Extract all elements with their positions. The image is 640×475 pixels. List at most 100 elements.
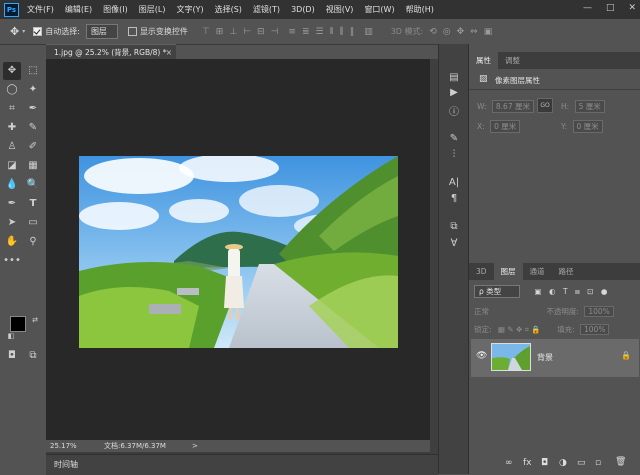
marquee-tool-icon[interactable]: ⬚ [24,62,42,80]
distribute-left-icon[interactable]: ⦀ [330,27,334,37]
layer-style-icon[interactable]: fx [523,458,532,468]
history-panel-icon[interactable]: ▤ [447,71,461,85]
zoom-tool-icon[interactable]: ⚲ [24,233,42,251]
3d-roll-icon[interactable]: ◎ [443,27,451,37]
brush-settings-panel-icon[interactable]: ✎ [447,132,461,146]
maximize-button[interactable]: □ [606,3,615,13]
tab-paths[interactable]: 路径 [552,263,581,280]
auto-align-icon[interactable]: ▥ [364,27,373,37]
menu-window[interactable]: 窗口(W) [364,4,394,15]
move-tool-preset-icon[interactable]: ✥ [10,25,19,38]
3d-scale-icon[interactable]: ▣ [484,27,493,37]
auto-select-checkbox[interactable] [33,27,43,36]
healing-brush-tool-icon[interactable]: ✚ [3,119,21,137]
width-input[interactable]: 8.67 厘米 [491,100,534,113]
quick-mask-icon[interactable]: ◘ [3,347,21,365]
magic-wand-tool-icon[interactable]: ✦ [24,81,42,99]
gradient-tool-icon[interactable]: ▦ [24,157,42,175]
swap-colors-icon[interactable]: ⇄ [26,311,44,329]
distribute-vcenter-icon[interactable]: ≣ [302,27,310,37]
dodge-tool-icon[interactable]: 🔍 [24,176,42,194]
filter-shape-icon[interactable]: ⧈ [575,287,580,296]
menu-select[interactable]: 选择(S) [215,4,242,15]
eyedropper-tool-icon[interactable]: ✒ [24,100,42,118]
align-hcenter-icon[interactable]: ⊟ [257,27,265,37]
timeline-panel-tab[interactable]: 时间轴 [46,454,438,475]
distribute-hcenter-icon[interactable]: ⫼ [340,27,344,37]
tab-3d[interactable]: 3D [469,263,494,280]
tab-adjustments[interactable]: 调整 [498,52,527,69]
lasso-tool-icon[interactable]: ◯ [3,81,21,99]
3d-slide-icon[interactable]: ⇔ [470,27,478,37]
filter-smart-icon[interactable]: ⊡ [587,287,593,296]
eraser-tool-icon[interactable]: ◪ [3,157,21,175]
lock-icons[interactable]: ▦ ✎ ✥ ⌗ 🔒 [498,325,541,334]
paragraph-panel-icon[interactable]: ¶ [447,192,461,206]
tab-layers[interactable]: 图层 [493,263,523,280]
type-tool-icon[interactable]: T [24,195,42,213]
new-adjustment-layer-icon[interactable]: ◑ [559,458,567,468]
rectangle-tool-icon[interactable]: ▭ [24,214,42,232]
filter-pixel-icon[interactable]: ▣ [535,287,542,296]
filter-toggle-icon[interactable]: ● [601,287,608,296]
status-menu-arrow-icon[interactable]: > [192,440,198,452]
add-mask-icon[interactable]: ◘ [541,458,548,468]
screen-mode-icon[interactable]: ⧉ [24,347,42,365]
layer-row[interactable]: 👁 背景 🔒 [471,339,639,377]
height-input[interactable]: 5 厘米 [574,100,605,113]
align-top-icon[interactable]: ⊤ [202,27,210,37]
link-dimensions-icon[interactable]: GO [537,98,553,113]
blur-tool-icon[interactable]: 💧 [3,176,21,194]
distribute-bottom-icon[interactable]: ☰ [316,27,324,37]
filter-type-icon[interactable]: T [563,287,568,296]
brush-tool-icon[interactable]: ✎ [24,119,42,137]
auto-select-dropdown[interactable]: 图层 [85,24,118,39]
crop-tool-icon[interactable]: ⌗ [3,100,21,118]
default-colors-icon[interactable]: ◧ [2,327,20,345]
menu-3d[interactable]: 3D(D) [291,5,315,14]
zoom-level[interactable]: 25.17% [50,440,77,452]
y-input[interactable]: 0 厘米 [572,120,603,133]
menu-filter[interactable]: 滤镜(T) [253,4,280,15]
blend-mode-dropdown[interactable]: 正常 [474,306,544,317]
menu-edit[interactable]: 编辑(E) [65,4,92,15]
pen-tool-icon[interactable]: ✒ [3,195,21,213]
x-input[interactable]: 0 厘米 [490,120,521,133]
fill-input[interactable]: 100% [580,324,610,335]
vertical-scrollbar[interactable] [430,59,438,454]
info-panel-icon[interactable]: ⓘ [447,106,461,120]
visibility-eye-icon[interactable]: 👁 [476,351,487,361]
new-layer-icon[interactable]: ▫ [595,458,601,468]
adjustments-icon[interactable]: ⫶ [447,148,461,162]
edit-toolbar-icon[interactable]: ••• [3,252,21,270]
delete-layer-icon[interactable]: 🗑 [615,457,626,467]
clone-stamp-tool-icon[interactable]: ♙ [3,138,21,156]
tab-channels[interactable]: 通道 [523,263,552,280]
menu-image[interactable]: 图像(I) [103,4,128,15]
distribute-top-icon[interactable]: ≡ [288,27,296,37]
distribute-right-icon[interactable]: ‖ [350,27,355,37]
layer-filter-dropdown[interactable]: ρ 类型 [474,285,521,298]
opacity-input[interactable]: 100% [584,306,614,317]
link-layers-icon[interactable]: ∞ [505,458,513,468]
close-window-button[interactable]: ✕ [628,3,636,13]
close-tab-icon[interactable]: × [166,45,172,60]
filter-adjustment-icon[interactable]: ◐ [549,287,556,296]
align-bottom-icon[interactable]: ⊥ [229,27,237,37]
menu-type[interactable]: 文字(Y) [176,4,203,15]
document-tab[interactable]: 1.jpg @ 25.2% (背景, RGB/8) * × [46,44,176,59]
menu-file[interactable]: 文件(F) [27,4,54,15]
history-brush-tool-icon[interactable]: ✐ [24,138,42,156]
menu-view[interactable]: 视图(V) [326,4,354,15]
glyphs-panel-icon[interactable]: ꓯ [447,237,461,251]
3d-pan-icon[interactable]: ✥ [457,27,465,37]
document-image[interactable] [79,156,398,348]
path-selection-tool-icon[interactable]: ➤ [3,214,21,232]
menu-help[interactable]: 帮助(H) [406,4,434,15]
tab-properties[interactable]: 属性 [469,52,498,69]
align-vcenter-icon[interactable]: ⊞ [216,27,224,37]
actions-panel-icon[interactable]: ▶ [447,86,461,100]
show-transform-checkbox[interactable] [127,27,137,36]
move-tool-icon[interactable]: ✥ [3,62,21,80]
clone-source-panel-icon[interactable]: ⧉ [447,220,461,234]
